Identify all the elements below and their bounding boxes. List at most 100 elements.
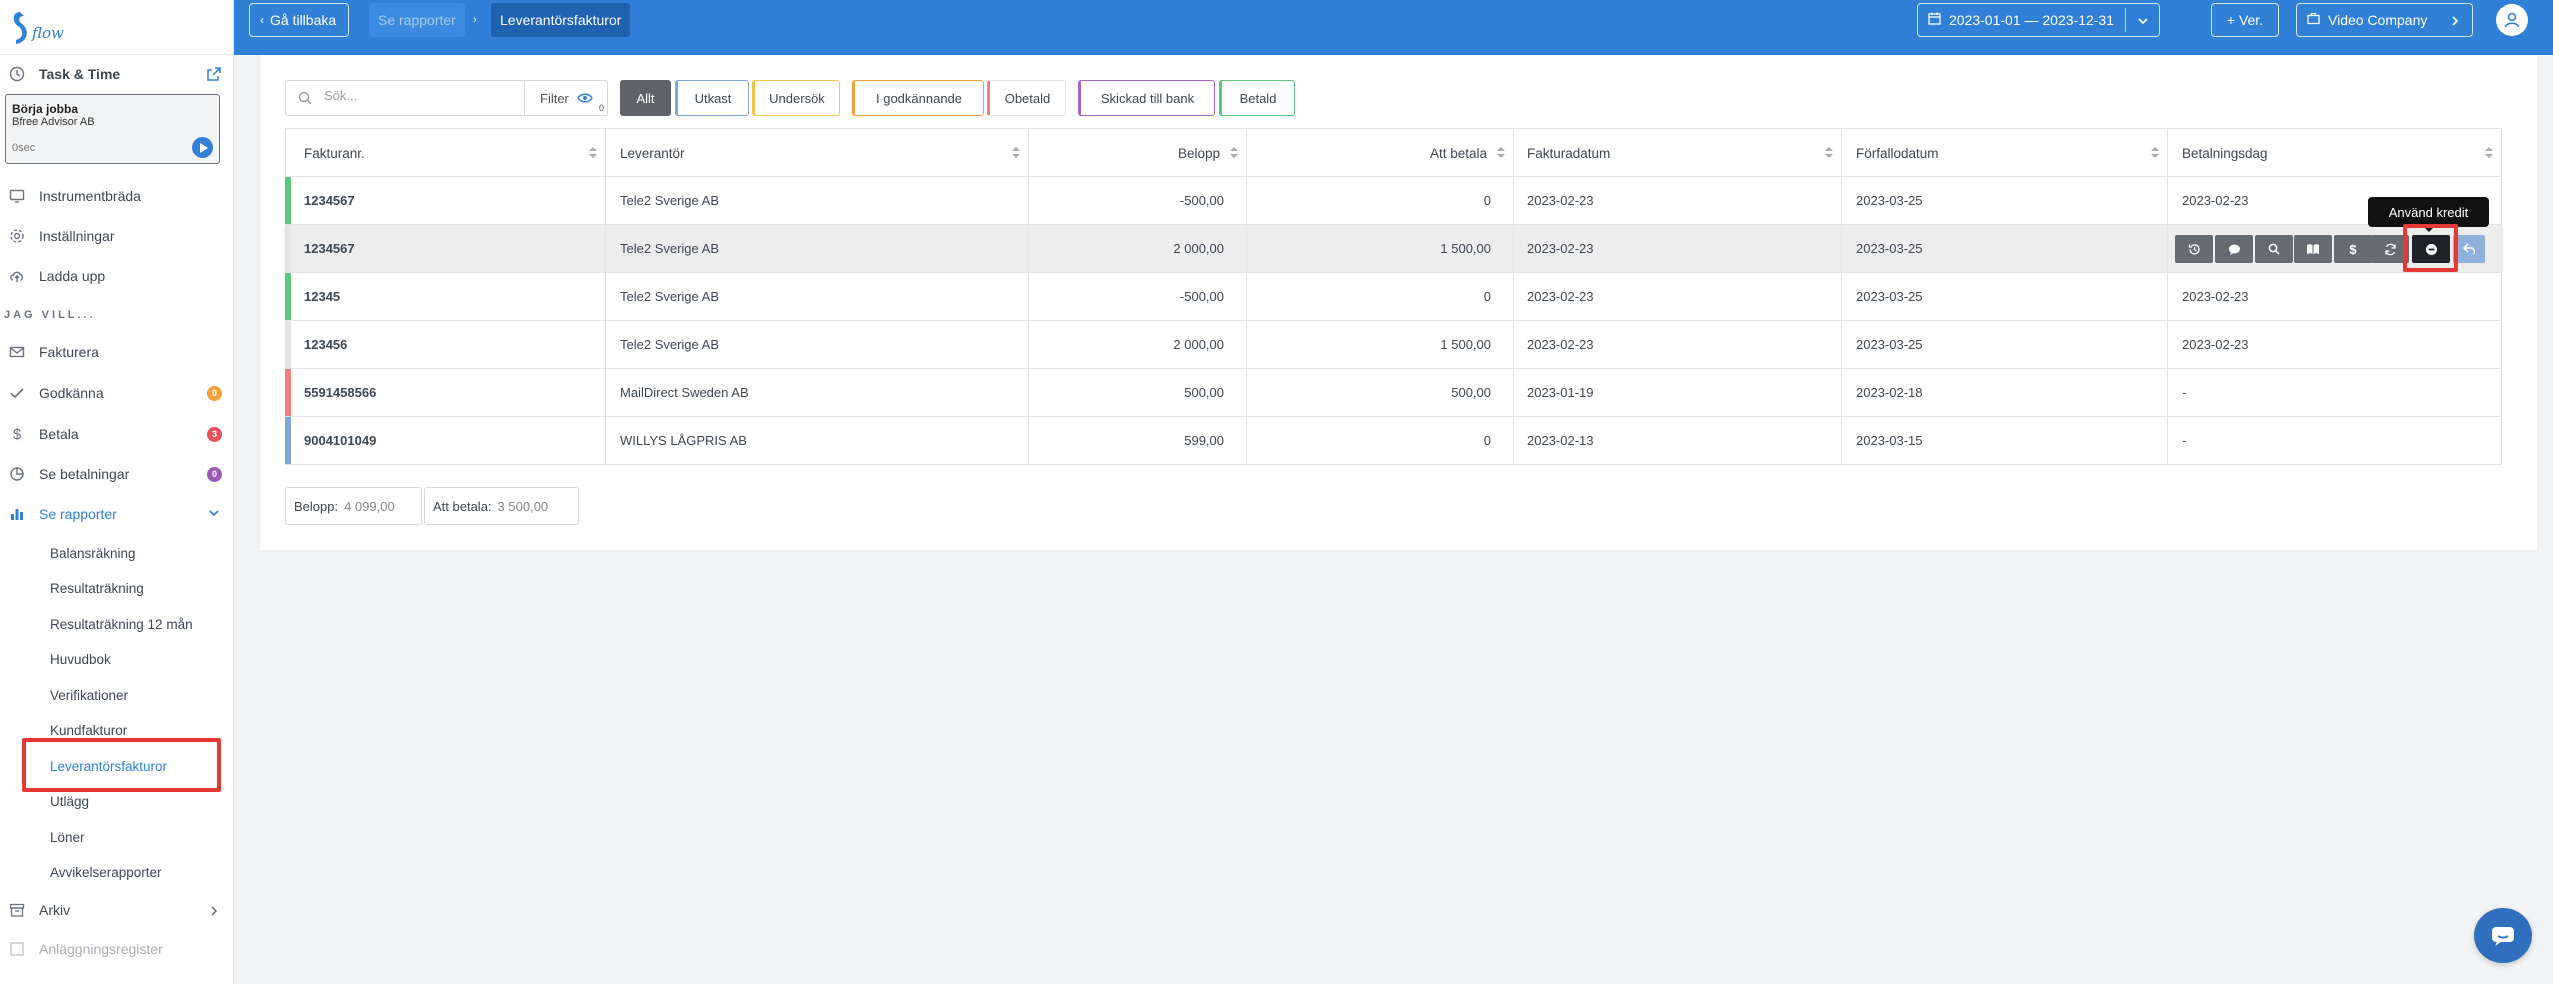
tab-allt[interactable]: Allt [620, 80, 671, 116]
date-range-picker[interactable]: 2023-01-01 — 2023-12-31 [1917, 3, 2160, 37]
company-selector[interactable]: Video Company [2296, 3, 2473, 37]
search-icon [2268, 243, 2280, 255]
sidebar-item-fakturera[interactable]: Fakturera [0, 337, 234, 367]
tab-undersok[interactable]: Undersök [752, 80, 840, 116]
sidebar-item-ladda-upp[interactable]: Ladda upp [0, 261, 234, 291]
sort-icon [2151, 147, 2159, 159]
table-row[interactable]: 5591458566 MailDirect Sweden AB 500,00 500,… [285, 369, 2502, 417]
sidebar-subitem-resultatrakning-12[interactable]: Resultaträkning 12 mån [50, 611, 193, 637]
cell-supplier: Tele2 Sverige AB [606, 225, 1029, 272]
sidebar-item-label: Se rapporter [39, 506, 117, 522]
cell-to-pay: 1 500,00 [1247, 321, 1514, 368]
briefcase-icon [2307, 12, 2320, 28]
sidebar-item-godkanna[interactable]: Godkänna 0 [0, 378, 234, 408]
dollar-icon: $ [2349, 241, 2357, 257]
sidebar-item-betala[interactable]: $ Betala 3 [0, 419, 234, 449]
undo-icon [2462, 243, 2476, 255]
table-row[interactable]: 12345 Tele2 Sverige AB -500,00 0 2023-02-23 2… [285, 273, 2502, 321]
sort-icon [589, 147, 597, 159]
row-action-dollar-button[interactable]: $ [2334, 235, 2372, 263]
cell-to-pay: 0 [1247, 177, 1514, 224]
cell-inv-date: 2023-02-13 [1514, 417, 1842, 464]
sidebar-subitem-huvudbok[interactable]: Huvudbok [50, 646, 111, 672]
column-header-fakturadatum[interactable]: Fakturadatum [1514, 129, 1842, 178]
tab-obetald[interactable]: Obetald [987, 80, 1066, 116]
chevron-down-icon[interactable] [2137, 14, 2149, 30]
table-row[interactable]: 1234567 Tele2 Sverige AB 2 000,00 1 500,00 2… [285, 225, 2502, 273]
history-icon [2188, 243, 2201, 256]
gear-icon [8, 227, 26, 245]
play-icon[interactable] [192, 137, 213, 158]
check-icon [8, 384, 26, 402]
row-action-book-button[interactable] [2294, 235, 2332, 263]
back-button[interactable]: ‹ Gå tillbaka [249, 3, 349, 37]
cell-due-date: 2023-03-15 [1842, 417, 2168, 464]
sidebar-subitem-balansrakning[interactable]: Balansräkning [50, 540, 136, 566]
row-action-search-button[interactable] [2255, 235, 2293, 263]
cell-due-date: 2023-02-18 [1842, 369, 2168, 416]
sidebar-subitem-avvikelserapporter[interactable]: Avvikelserapporter [50, 859, 162, 885]
filter-count: 0 [598, 103, 604, 113]
column-header-fakturanr[interactable]: Fakturanr. [286, 129, 606, 178]
sidebar-item-anlaggningsregister[interactable]: Anläggningsregister [0, 934, 234, 964]
column-header-att-betala[interactable]: Att betala [1247, 129, 1514, 178]
row-action-comment-button[interactable] [2215, 235, 2253, 263]
search-input[interactable] [324, 88, 514, 103]
chat-button[interactable] [2474, 908, 2532, 963]
refresh-icon [2384, 243, 2397, 256]
column-header-leverantor[interactable]: Leverantör [606, 129, 1029, 178]
mail-icon [8, 343, 26, 361]
cloud-upload-icon [8, 267, 26, 285]
breadcrumb-parent[interactable]: Se rapporter [369, 3, 465, 37]
column-header-forfallodatum[interactable]: Förfallodatum [1842, 129, 2168, 178]
sidebar-item-label: Task & Time [39, 66, 121, 82]
dollar-icon: $ [12, 425, 22, 443]
sidebar-subitem-loner[interactable]: Löner [50, 824, 85, 850]
chevron-down-icon[interactable] [208, 506, 220, 522]
sidebar-item-label: Anläggningsregister [39, 941, 163, 957]
sort-icon [2485, 147, 2493, 159]
calendar-icon [1928, 12, 1941, 28]
filter-button[interactable]: Filter 0 [524, 80, 608, 116]
cell-to-pay: 0 [1247, 273, 1514, 320]
sidebar-item-installningar[interactable]: Inställningar [0, 221, 234, 251]
tab-betald[interactable]: Betald [1219, 80, 1295, 116]
external-link-icon[interactable] [206, 66, 222, 85]
tab-i-godkannande[interactable]: I godkännande [852, 80, 984, 116]
sidebar-item-label: Godkänna [39, 385, 104, 401]
sidebar-item-label: Arkiv [39, 902, 71, 918]
sidebar-subitem-utlagg[interactable]: Utlägg [50, 788, 89, 814]
sidebar-item-arkiv[interactable]: Arkiv [0, 895, 234, 925]
sidebar-subitem-verifikationer[interactable]: Verifikationer [50, 682, 128, 708]
section-label: JAG VILL... [4, 309, 96, 321]
cell-due-date: 2023-03-25 [1842, 321, 2168, 368]
cell-to-pay: 0 [1247, 417, 1514, 464]
table-row[interactable]: 123456 Tele2 Sverige AB 2 000,00 1 500,00 20… [285, 321, 2502, 369]
column-header-betalningsdag[interactable]: Betalningsdag [2168, 129, 2501, 178]
sidebar-subitem-resultatrakning[interactable]: Resultaträkning [50, 575, 144, 601]
cell-amount: -500,00 [1029, 273, 1247, 320]
count-badge: 3 [207, 426, 222, 442]
table-row[interactable]: 9004101049 WILLYS LÅGPRIS AB 599,00 0 2023-0… [285, 417, 2502, 465]
sidebar-item-task-time[interactable]: Task & Time [0, 59, 234, 89]
cell-nr: 5591458566 [286, 369, 606, 416]
row-action-history-button[interactable] [2175, 235, 2213, 263]
new-verification-button[interactable]: + Ver. [2211, 3, 2279, 37]
sidebar-item-se-betalningar[interactable]: Se betalningar 0 [0, 459, 234, 489]
sidebar-item-se-rapporter[interactable]: Se rapporter [0, 499, 234, 529]
cell-amount: 500,00 [1029, 369, 1247, 416]
cell-nr: 1234567 [286, 225, 606, 272]
cell-supplier: Tele2 Sverige AB [606, 177, 1029, 224]
logo[interactable]: flow [0, 0, 233, 55]
sidebar-item-label: Ladda upp [39, 268, 106, 284]
column-header-belopp[interactable]: Belopp [1029, 129, 1247, 178]
user-avatar-icon[interactable] [2496, 4, 2528, 36]
chevron-right-icon[interactable] [208, 904, 220, 920]
cell-amount: -500,00 [1029, 177, 1247, 224]
table-row[interactable]: 1234567 Tele2 Sverige AB -500,00 0 2023-02-2… [285, 177, 2502, 225]
sidebar-item-instrumentbrada[interactable]: Instrumentbräda [0, 181, 234, 211]
tab-utkast[interactable]: Utkast [675, 80, 749, 116]
tab-skickad-till-bank[interactable]: Skickad till bank [1078, 80, 1215, 116]
cell-pay-date: 2023-02-23 [2182, 337, 2249, 352]
sidebar-item-label: Instrumentbräda [39, 188, 141, 204]
